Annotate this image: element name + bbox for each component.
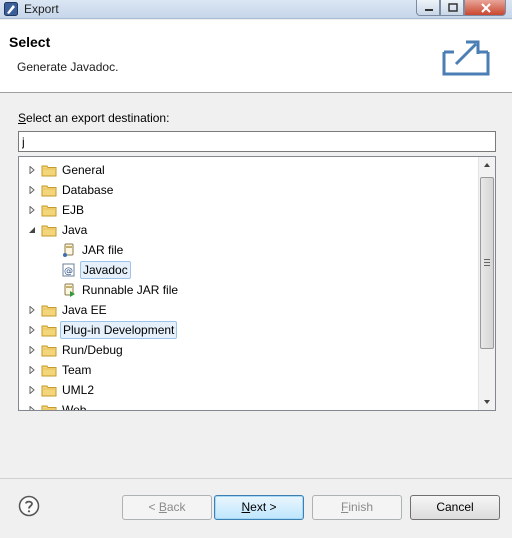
back-button[interactable]: < Back [122, 495, 212, 520]
next-button[interactable]: Next > [214, 495, 304, 520]
tree-item-runnable-jar-file[interactable]: Runnable JAR file [19, 280, 479, 300]
minimize-button[interactable] [416, 0, 440, 16]
svg-text:@: @ [64, 267, 73, 277]
tree-item-ejb[interactable]: EJB [19, 200, 479, 220]
tree-item-label: UML2 [62, 383, 95, 397]
tree-item-label: General [62, 163, 105, 177]
tree-item-label: JAR file [82, 243, 124, 257]
tree-item-label: Java [62, 223, 88, 237]
tree-item-label: Java EE [62, 303, 107, 317]
tree-item-label: Javadoc [80, 261, 131, 279]
tree-item-team[interactable]: Team [19, 360, 479, 380]
tree-item-run-debug[interactable]: Run/Debug [19, 340, 479, 360]
wizard-header: Select Generate Javadoc. [0, 20, 512, 93]
eclipse-icon [4, 2, 18, 16]
tree-item-label: EJB [62, 203, 85, 217]
maximize-button[interactable] [440, 0, 464, 16]
tree-item-java[interactable]: Java [19, 220, 479, 240]
destination-tree[interactable]: General Database EJB Java JAR file @ Javadoc Ru… [18, 156, 496, 411]
finish-button[interactable]: Finish [312, 495, 402, 520]
help-icon[interactable] [18, 495, 40, 517]
scrollbar-thumb[interactable] [480, 177, 494, 349]
tree-item-javadoc[interactable]: @ Javadoc [19, 260, 479, 280]
scroll-up-icon[interactable] [479, 157, 495, 174]
tree-item-label: Plug-in Development [60, 321, 178, 339]
tree-item-label: Run/Debug [62, 343, 123, 357]
tree-item-plug-in-development[interactable]: Plug-in Development [19, 320, 479, 340]
button-bar-separator [0, 478, 512, 479]
tree-item-label: Runnable JAR file [82, 283, 179, 297]
close-button[interactable] [464, 0, 506, 16]
close-icon [481, 3, 491, 13]
maximize-icon [448, 3, 458, 12]
tree-scrollbar[interactable] [478, 157, 495, 410]
page-description: Generate Javadoc. [17, 60, 119, 74]
minimize-icon [425, 9, 433, 11]
export-icon [442, 40, 490, 76]
tree-item-label: Database [62, 183, 114, 197]
tree-item-label: Team [62, 363, 92, 377]
tree-item-label: Web [62, 403, 87, 411]
tree-item-uml2[interactable]: UML2 [19, 380, 479, 400]
filter-input[interactable] [18, 131, 496, 152]
scroll-down-icon[interactable] [479, 393, 495, 410]
window-title: Export [24, 2, 59, 16]
page-title: Select [9, 34, 51, 50]
tree-item-database[interactable]: Database [19, 180, 479, 200]
tree-item-web[interactable]: Web [19, 400, 479, 411]
cancel-button[interactable]: Cancel [410, 495, 500, 520]
tree-item-jar-file[interactable]: JAR file [19, 240, 479, 260]
title-bar: Export [0, 0, 512, 19]
tree-item-general[interactable]: General [19, 160, 479, 180]
tree-item-java-ee[interactable]: Java EE [19, 300, 479, 320]
destination-label: Select an export destination: [18, 111, 170, 125]
